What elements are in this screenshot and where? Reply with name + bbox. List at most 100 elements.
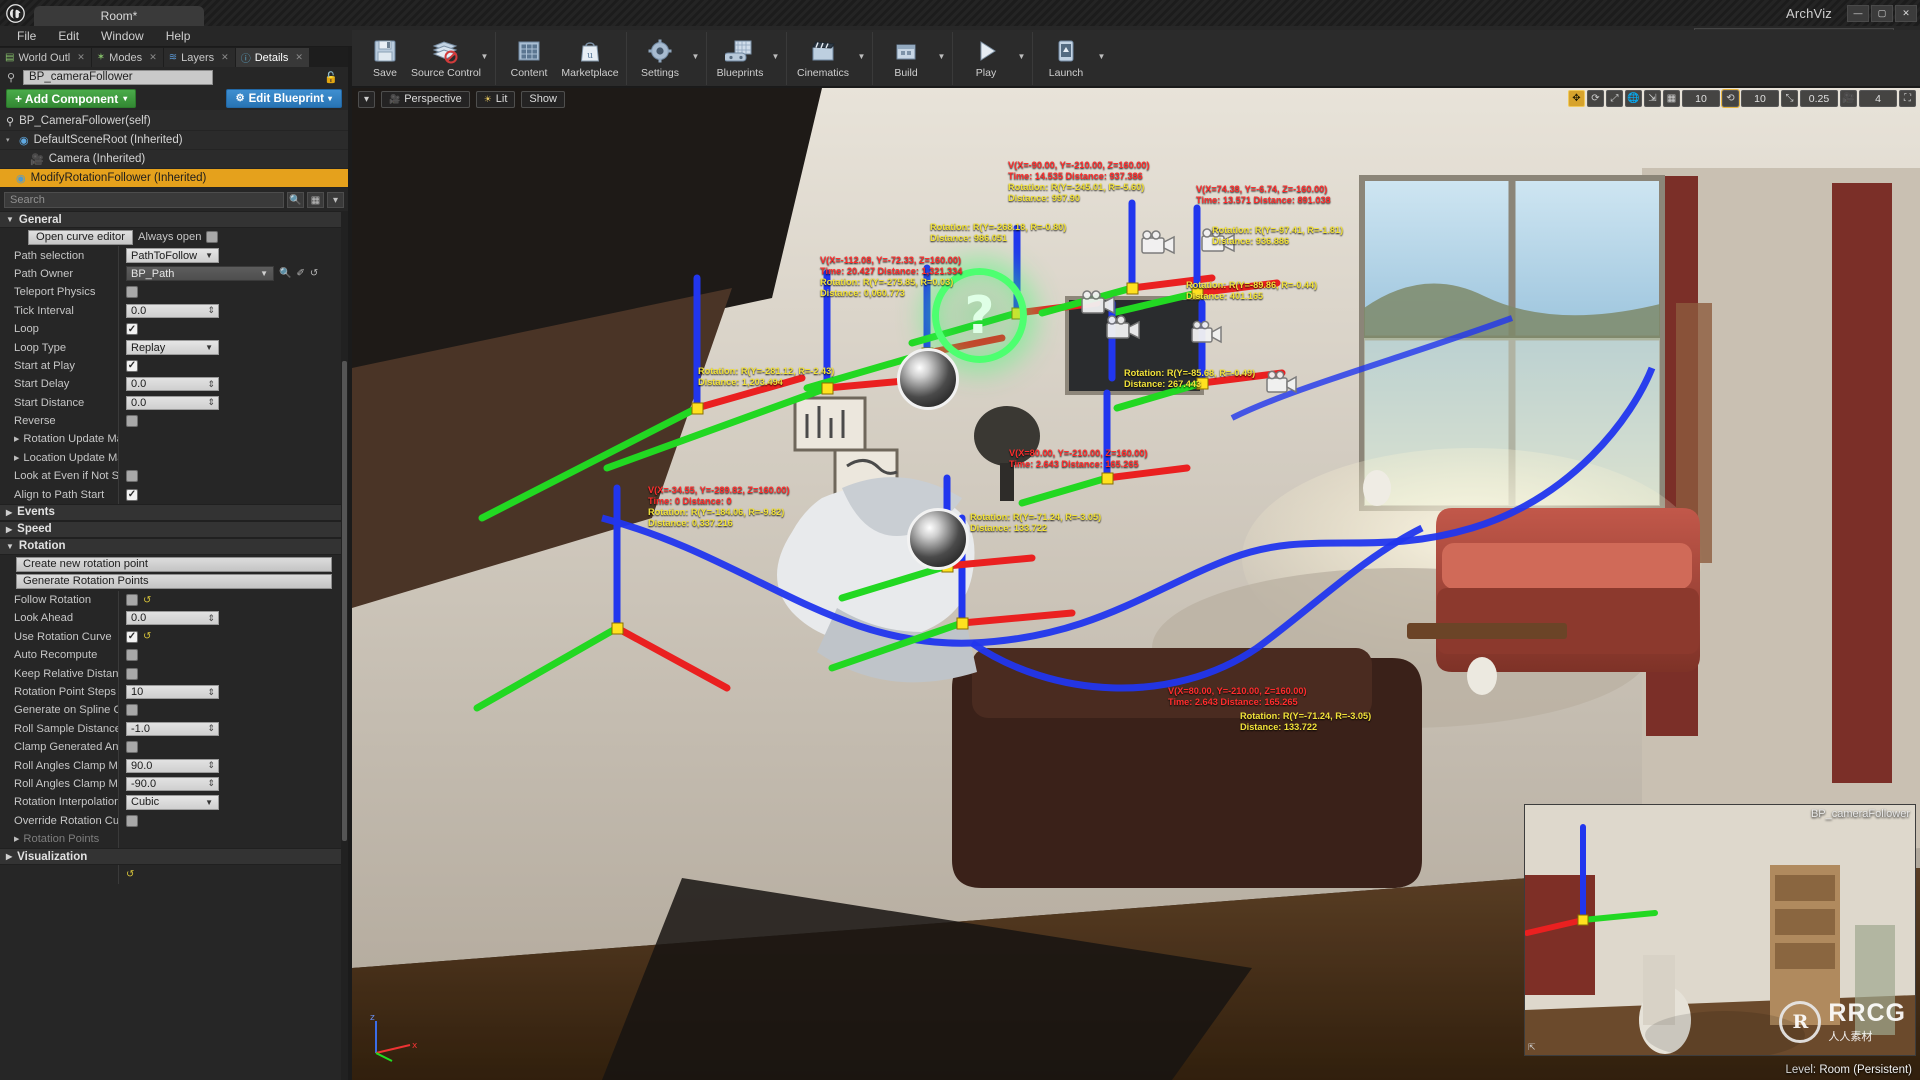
- world-space-icon[interactable]: 🌐: [1625, 90, 1642, 107]
- category-visualization[interactable]: ▶ Visualization: [0, 848, 348, 866]
- cinematics-dropdown[interactable]: ▼: [855, 32, 868, 80]
- component-row-camera[interactable]: 🎥 Camera (Inherited): [0, 150, 348, 169]
- sphere-actor-2[interactable]: [907, 508, 969, 570]
- details-scrollbar-thumb[interactable]: [342, 361, 347, 841]
- rotation-snap-icon[interactable]: ⟲: [1721, 89, 1740, 108]
- play-button[interactable]: Play: [957, 32, 1015, 79]
- teleport-physics-checkbox[interactable]: [126, 286, 138, 299]
- menu-edit[interactable]: Edit: [47, 27, 90, 45]
- settings-button[interactable]: Settings: [631, 32, 689, 79]
- tab-close-icon[interactable]: ✕: [77, 52, 85, 63]
- menu-window[interactable]: Window: [90, 27, 155, 45]
- browse-icon[interactable]: 🔍: [279, 268, 291, 279]
- stepper-icon[interactable]: ⇕: [207, 305, 215, 316]
- level-viewport[interactable]: ? ▾ 🎥 Perspective ☀ Lit Show ✥ ⟳ ⤢ 🌐 ⇲ ▦…: [352, 88, 1920, 1080]
- clamp-generated-angles-checkbox[interactable]: [126, 741, 138, 754]
- auto-recompute-checkbox[interactable]: [126, 649, 138, 662]
- minimize-button[interactable]: —: [1847, 4, 1869, 22]
- translate-tool-icon[interactable]: ✥: [1568, 90, 1585, 107]
- start-delay-input[interactable]: 0.0 ⇕: [126, 377, 219, 392]
- viewport-options-icon[interactable]: ▾: [358, 90, 375, 108]
- build-button[interactable]: Build: [877, 32, 935, 79]
- rotation-snap-value[interactable]: 10: [1741, 90, 1779, 107]
- rotate-tool-icon[interactable]: ⟳: [1587, 90, 1604, 107]
- picker-icon[interactable]: ✐: [296, 268, 304, 279]
- add-component-button[interactable]: + Add Component ▾: [6, 89, 137, 108]
- stepper-icon[interactable]: ⇕: [207, 613, 215, 624]
- follow-rotation-checkbox[interactable]: [126, 594, 138, 607]
- rotation-point-steps-input[interactable]: 10 ⇕: [126, 685, 219, 699]
- save-button[interactable]: Save: [356, 32, 414, 79]
- category-events[interactable]: ▶ Events: [0, 503, 348, 521]
- stepper-icon[interactable]: ⇕: [207, 723, 215, 734]
- property-location-update-mask[interactable]: ▶ Location Update Mask: [0, 448, 348, 468]
- category-rotation[interactable]: ▼ Rotation: [0, 537, 348, 555]
- roll-angles-clamp-min-input[interactable]: -90.0 ⇕: [126, 776, 219, 791]
- tab-close-icon[interactable]: ✕: [295, 52, 303, 63]
- reset-icon[interactable]: ↺: [126, 869, 134, 880]
- reset-icon[interactable]: ↺: [310, 268, 318, 279]
- camera-speed-icon[interactable]: 🎥: [1840, 90, 1857, 107]
- close-button[interactable]: ✕: [1895, 4, 1917, 22]
- category-general[interactable]: ▼ General: [0, 211, 348, 228]
- start-distance-input[interactable]: 0.0 ⇕: [126, 395, 219, 410]
- stepper-icon[interactable]: ⇕: [207, 379, 215, 390]
- tab-details[interactable]: ⓘ Details ✕: [235, 48, 310, 67]
- source-control-button[interactable]: Source Control: [411, 32, 481, 79]
- search-icon[interactable]: 🔍: [287, 192, 304, 208]
- tab-layers[interactable]: ≋ Layers ✕: [163, 48, 236, 67]
- play-dropdown[interactable]: ▼: [1015, 32, 1028, 80]
- resize-handle-icon[interactable]: ⇱: [1528, 1042, 1536, 1053]
- start-at-play-checkbox[interactable]: ✓: [126, 359, 138, 372]
- grid-view-icon[interactable]: ▦: [307, 192, 324, 208]
- menu-help[interactable]: Help: [155, 27, 202, 45]
- loop-type-combo[interactable]: Replay ▼: [126, 340, 219, 356]
- document-tab[interactable]: Room*: [34, 6, 204, 26]
- surface-snap-icon[interactable]: ⇲: [1644, 90, 1661, 107]
- scale-tool-icon[interactable]: ⤢: [1606, 90, 1623, 107]
- launch-dropdown[interactable]: ▼: [1095, 32, 1108, 80]
- reverse-checkbox[interactable]: [126, 415, 138, 428]
- menu-file[interactable]: File: [6, 27, 47, 45]
- perspective-button[interactable]: 🎥 Perspective: [381, 90, 470, 108]
- build-dropdown[interactable]: ▼: [935, 32, 948, 80]
- tab-close-icon[interactable]: ✕: [221, 52, 229, 63]
- tick-interval-input[interactable]: 0.0 ⇕: [126, 303, 219, 318]
- tab-world-outliner[interactable]: ▤ World Outl ✕: [0, 48, 92, 67]
- launch-button[interactable]: Launch: [1037, 32, 1095, 79]
- tab-close-icon[interactable]: ✕: [149, 52, 157, 63]
- lock-icon[interactable]: 🔓: [324, 71, 344, 84]
- view-mode-button[interactable]: ☀ Lit: [475, 90, 516, 108]
- details-scrollbar[interactable]: [341, 211, 348, 1080]
- component-row-modifyrotationfollower[interactable]: ◉ ModifyRotationFollower (Inherited): [0, 169, 348, 188]
- always-open-checkbox[interactable]: [206, 231, 219, 244]
- roll-sample-distance-input[interactable]: -1.0 ⇕: [126, 721, 219, 736]
- view-options-icon[interactable]: ▾: [327, 192, 344, 208]
- sphere-actor-1[interactable]: [897, 348, 959, 410]
- tab-modes[interactable]: ✶ Modes ✕: [91, 48, 164, 67]
- content-button[interactable]: Content: [500, 32, 558, 79]
- generate-rotation-points-button[interactable]: Generate Rotation Points: [16, 573, 332, 589]
- roll-angles-clamp-max-input[interactable]: 90.0 ⇕: [126, 758, 219, 773]
- blueprints-button[interactable]: Blueprints: [711, 32, 769, 79]
- blueprint-name-input[interactable]: BP_cameraFollower: [23, 69, 213, 85]
- scale-snap-icon[interactable]: ⤡: [1781, 90, 1798, 107]
- settings-dropdown[interactable]: ▼: [689, 32, 702, 80]
- component-row-defaultsceneroot[interactable]: ▾ ◉ DefaultSceneRoot (Inherited): [0, 131, 348, 150]
- generate-on-spline-checkbox[interactable]: [126, 704, 138, 717]
- stepper-icon[interactable]: ⇕: [207, 760, 215, 771]
- reset-icon[interactable]: ↺: [143, 631, 151, 642]
- show-menu-button[interactable]: Show: [521, 90, 565, 108]
- cinematics-button[interactable]: Cinematics: [791, 32, 855, 79]
- scale-snap-value[interactable]: 0.25: [1800, 90, 1838, 107]
- create-new-rotation-point-button[interactable]: Create new rotation point: [16, 556, 332, 572]
- stepper-icon[interactable]: ⇕: [207, 778, 215, 789]
- stepper-icon[interactable]: ⇕: [207, 687, 215, 698]
- component-row-self[interactable]: ⚲ BP_CameraFollower(self): [0, 112, 348, 131]
- chevron-down-icon[interactable]: ▾: [6, 136, 14, 144]
- rotation-interpolation-combo[interactable]: Cubic ▼: [126, 794, 219, 810]
- keep-relative-distances-checkbox[interactable]: [126, 667, 138, 680]
- look-at-even-checkbox[interactable]: [126, 470, 138, 483]
- grid-snap-icon[interactable]: ▦: [1663, 90, 1680, 107]
- grid-snap-value[interactable]: 10: [1682, 90, 1720, 107]
